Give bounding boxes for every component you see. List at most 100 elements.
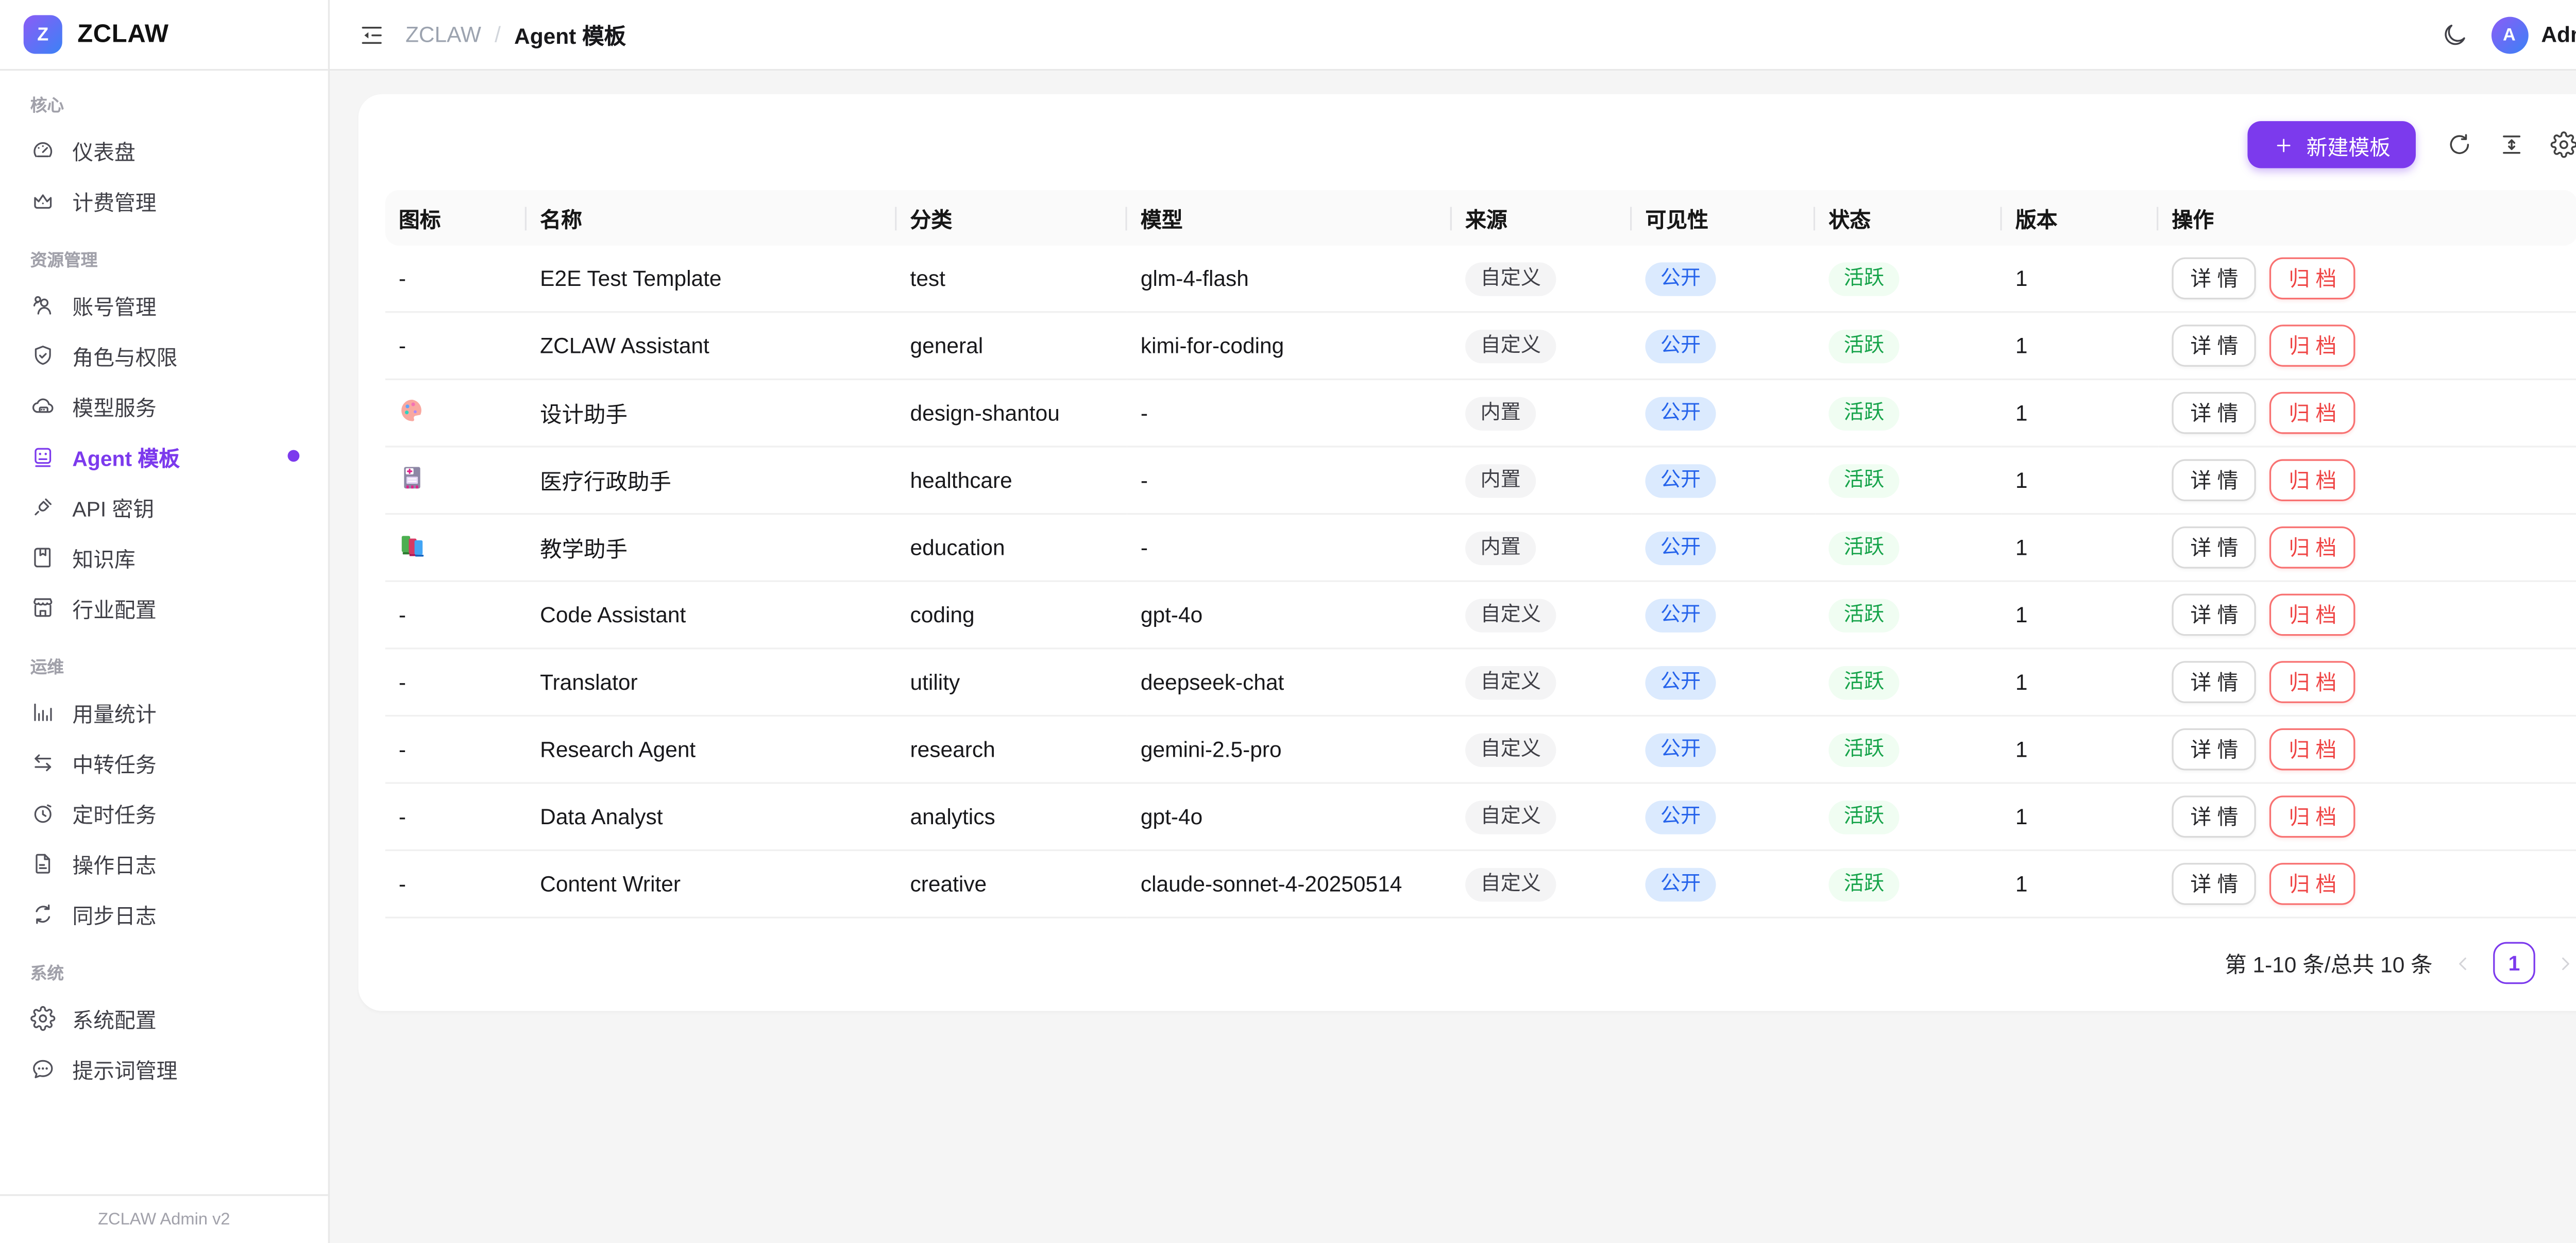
toolbar: 新建模板 [385,121,2576,168]
sidebar-item-prompt-management[interactable]: 提示词管理 [20,1043,308,1093]
sidebar-item-billing[interactable]: 计费管理 [20,175,308,226]
archive-button[interactable]: 归 档 [2270,594,2355,636]
column-header-version: 版本 [2002,190,2159,246]
theme-toggle-button[interactable] [2440,21,2467,48]
table-row: -ZCLAW Assistantgeneralkimi-for-coding自定… [385,313,2576,380]
brand-logo: Z [24,15,62,54]
details-button[interactable]: 详 情 [2172,863,2257,905]
archive-button[interactable]: 归 档 [2270,392,2355,434]
cell-model: - [1141,400,1148,425]
user-menu[interactable]: A Admin [2490,16,2576,53]
sidebar-item-relay-tasks[interactable]: 中转任务 [20,737,308,787]
cell-model: gemini-2.5-pro [1141,737,1282,762]
sidebar-item-label: Agent 模板 [72,440,180,472]
sidebar-item-operation-logs[interactable]: 操作日志 [20,838,308,888]
next-page-button[interactable] [2554,951,2576,975]
sidebar-item-label: 账号管理 [72,288,156,320]
sidebar-section: 运维 用量统计 中转任务 定时任务 操作日志 [20,653,308,939]
details-button[interactable]: 详 情 [2172,325,2257,367]
sidebar-item-label: 中转任务 [72,746,156,778]
refresh-button[interactable] [2446,131,2473,158]
source-badge: 自定义 [1465,867,1556,900]
main-area: ZCLAW / Agent 模板 A Admin 新建模板 [330,0,2576,1243]
sidebar-section-label: 核心 [20,91,308,116]
details-button[interactable]: 详 情 [2172,728,2257,771]
sidebar-item-dashboard[interactable]: 仪表盘 [20,125,308,175]
sidebar-section-label: 资源管理 [20,246,308,271]
archive-button[interactable]: 归 档 [2270,325,2355,367]
table-settings-button[interactable] [2550,131,2576,158]
status-badge: 活跃 [1828,464,1899,497]
sidebar-item-agent-templates[interactable]: Agent 模板 [20,431,308,481]
sidebar-item-usage-stats[interactable]: 用量统计 [20,686,308,737]
sidebar-item-accounts[interactable]: 账号管理 [20,279,308,330]
cell-name: Data Analyst [540,804,663,829]
status-badge: 活跃 [1828,800,1899,833]
cell-category: healthcare [910,468,1012,493]
column-header-name: 名称 [527,190,896,246]
column-header-source: 来源 [1452,190,1632,246]
brand: Z ZCLAW [0,0,328,71]
sidebar-collapse-button[interactable] [359,21,385,48]
details-button[interactable]: 详 情 [2172,594,2257,636]
details-button[interactable]: 详 情 [2172,795,2257,838]
archive-button[interactable]: 归 档 [2270,863,2355,905]
archive-button[interactable]: 归 档 [2270,661,2355,703]
sidebar-item-label: 用量统计 [72,695,156,727]
details-button[interactable]: 详 情 [2172,661,2257,703]
details-button[interactable]: 详 情 [2172,392,2257,434]
bar-chart-icon [30,699,56,724]
sidebar-item-label: 同步日志 [72,897,156,929]
menu-fold-icon [359,21,385,48]
new-template-button[interactable]: 新建模板 [2247,121,2416,168]
archive-button[interactable]: 归 档 [2270,526,2355,569]
topbar: ZCLAW / Agent 模板 A Admin [330,0,2576,71]
sidebar-item-api-keys[interactable]: API 密钥 [20,481,308,532]
source-badge: 内置 [1465,396,1536,430]
breadcrumb-separator: / [495,22,501,47]
cell-name: 教学助手 [540,537,628,562]
sidebar-item-scheduled-tasks[interactable]: 定时任务 [20,787,308,838]
breadcrumb-root[interactable]: ZCLAW [405,22,481,47]
shield-check-icon [30,342,56,367]
cell-model: - [1141,535,1148,560]
details-button[interactable]: 详 情 [2172,459,2257,501]
sidebar-item-sync-logs[interactable]: 同步日志 [20,888,308,939]
sidebar-item-system-config[interactable]: 系统配置 [20,993,308,1043]
sidebar: Z ZCLAW 核心 仪表盘 计费管理 资源管理 账号管理 [0,0,330,1243]
archive-button[interactable]: 归 档 [2270,795,2355,838]
table-row: -Content Writercreativeclaude-sonnet-4-2… [385,851,2576,918]
sidebar-item-label: API 密钥 [72,490,154,522]
cell-model: gpt-4o [1141,804,1202,829]
archive-button[interactable]: 归 档 [2270,459,2355,501]
visibility-badge: 公开 [1645,531,1716,564]
archive-button[interactable]: 归 档 [2270,728,2355,771]
sidebar-item-knowledge-base[interactable]: 知识库 [20,532,308,582]
sidebar-item-roles-permissions[interactable]: 角色与权限 [20,330,308,380]
visibility-badge: 公开 [1645,598,1716,632]
density-button[interactable] [2498,131,2525,158]
brand-name: ZCLAW [77,20,168,49]
sidebar-nav: 核心 仪表盘 计费管理 资源管理 账号管理 角色与权限 [0,71,328,1194]
details-button[interactable]: 详 情 [2172,258,2257,300]
source-badge: 内置 [1465,464,1536,497]
column-header-icon: 图标 [385,190,527,246]
visibility-badge: 公开 [1645,733,1716,766]
sidebar-item-label: 角色与权限 [72,339,177,371]
palette-emoji [399,397,426,424]
cell-category: utility [910,670,960,695]
sidebar-item-model-services[interactable]: 模型服务 [20,380,308,431]
details-button[interactable]: 详 情 [2172,526,2257,569]
cell-model: claude-sonnet-4-20250514 [1141,871,1402,896]
toolbar-icons [2446,131,2576,158]
gear-icon [2550,131,2576,158]
cell-category: research [910,737,995,762]
row-height-icon [2498,131,2525,158]
source-badge: 自定义 [1465,733,1556,766]
sidebar-item-industry-config[interactable]: 行业配置 [20,582,308,633]
app: Z ZCLAW 核心 仪表盘 计费管理 资源管理 账号管理 [0,0,2576,1243]
cell-model: kimi-for-coding [1141,333,1284,359]
prev-page-button[interactable] [2451,951,2475,975]
page-1-button[interactable]: 1 [2493,942,2535,984]
archive-button[interactable]: 归 档 [2270,258,2355,300]
